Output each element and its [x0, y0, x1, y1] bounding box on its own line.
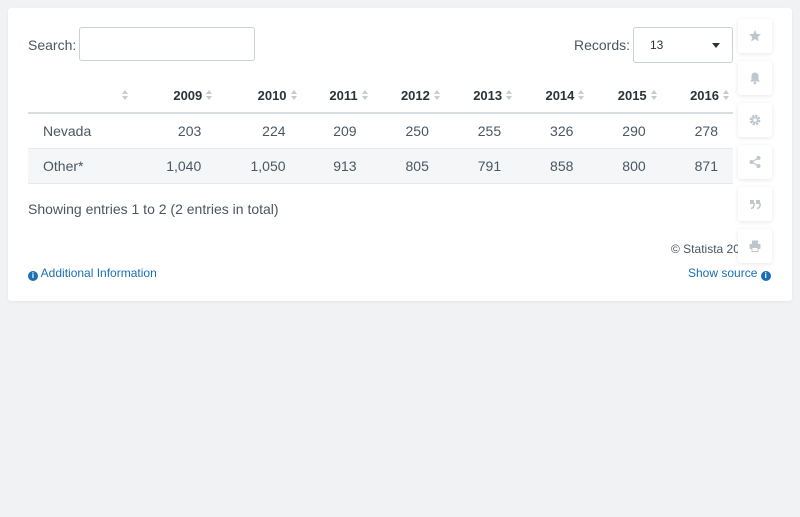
table-cell: 1,040: [132, 148, 217, 184]
additional-information-label: Additional Information: [40, 266, 157, 280]
sort-icon: [578, 90, 585, 102]
sort-icon: [122, 90, 128, 102]
records-value: 13: [650, 38, 664, 52]
search-label: Search:: [28, 37, 77, 53]
chevron-down-icon: [712, 43, 720, 48]
table-row: Nevada 203 224 209 250 255 326 290 278: [28, 113, 733, 149]
column-header-2015[interactable]: 2015: [588, 78, 661, 114]
table-cell: 290: [588, 113, 661, 149]
star-icon: [749, 30, 761, 42]
sort-icon: [361, 90, 368, 102]
data-table: 2009 2010 2011 2012 2013 2014 2015 2016 …: [28, 78, 733, 184]
share-button[interactable]: [738, 145, 772, 179]
entries-info: Showing entries 1 to 2 (2 entries in tot…: [28, 201, 279, 217]
records-label: Records:: [574, 37, 631, 53]
table-row: Other* 1,040 1,050 913 805 791 858 800 8…: [28, 148, 733, 184]
print-icon: [749, 240, 761, 252]
table-cell: 858: [516, 148, 589, 184]
notification-button[interactable]: [738, 61, 772, 95]
table-cell: 326: [516, 113, 589, 149]
table-cell: 791: [443, 148, 517, 184]
info-icon: i: [28, 271, 38, 281]
print-button[interactable]: [738, 229, 772, 263]
search-input[interactable]: [79, 27, 255, 61]
table-cell: 250: [371, 113, 444, 149]
table-cell: 871: [660, 148, 733, 184]
table-cell: 913: [300, 148, 372, 184]
table-cell: 1,050: [216, 148, 301, 184]
sort-icon: [506, 90, 513, 102]
show-source-link[interactable]: Show source i: [688, 266, 771, 281]
share-icon: [749, 156, 761, 168]
table-header-row: 2009 2010 2011 2012 2013 2014 2015 2016: [28, 78, 733, 114]
table-cell: 255: [443, 113, 517, 149]
sort-icon: [650, 90, 657, 102]
column-header-name[interactable]: [28, 78, 132, 114]
sort-icon: [290, 90, 297, 102]
settings-button[interactable]: [738, 103, 772, 137]
records-select[interactable]: 13: [633, 27, 733, 63]
show-source-label: Show source: [688, 266, 758, 280]
column-header-2016[interactable]: 2016: [660, 78, 733, 114]
table-cell: 203: [132, 113, 217, 149]
info-icon: i: [760, 271, 771, 281]
column-header-2010[interactable]: 2010: [216, 78, 301, 114]
bell-icon: [750, 72, 760, 85]
table-cell: 209: [300, 113, 372, 149]
table-cell: 278: [660, 113, 733, 149]
column-header-2012[interactable]: 2012: [371, 78, 444, 114]
table-cell: 224: [216, 113, 301, 149]
column-header-2014[interactable]: 2014: [516, 78, 589, 114]
row-label: Nevada: [28, 113, 132, 149]
column-header-2011[interactable]: 2011: [300, 78, 372, 114]
row-label: Other*: [28, 148, 132, 184]
column-header-2009[interactable]: 2009: [132, 78, 217, 114]
sort-icon: [433, 90, 440, 102]
additional-information-link[interactable]: i Additional Information: [28, 266, 157, 281]
favorite-button[interactable]: [738, 19, 772, 53]
statistic-card: Search: Records: 13 2009 2010 2011 2012 …: [8, 8, 792, 301]
cite-button[interactable]: [738, 187, 772, 221]
table-cell: 805: [371, 148, 444, 184]
table-cell: 800: [588, 148, 661, 184]
sort-icon: [723, 90, 729, 102]
column-header-2013[interactable]: 2013: [443, 78, 517, 114]
gear-icon: [749, 114, 761, 126]
sort-icon: [206, 90, 213, 102]
quote-icon: [750, 200, 761, 210]
